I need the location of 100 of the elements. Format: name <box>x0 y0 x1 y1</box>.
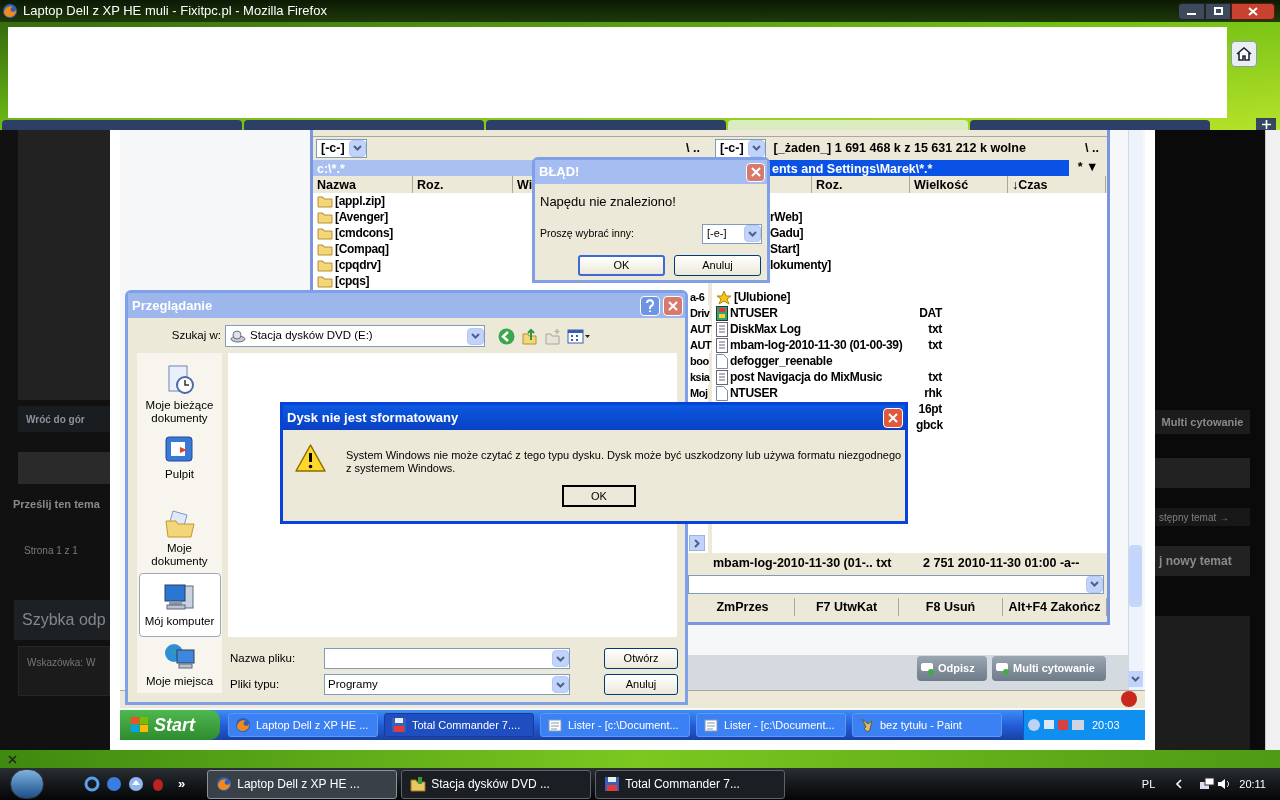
file-extension: gbck <box>916 417 942 434</box>
warning-icon <box>294 443 327 473</box>
parent-directory-button[interactable]: \ .. <box>1085 138 1103 158</box>
file-type-dropdown[interactable]: Programy <box>324 674 570 695</box>
network-icon[interactable] <box>1199 777 1216 791</box>
function-key-button[interactable]: ZmPrzes <box>691 597 795 617</box>
column-header[interactable]: Roz. <box>413 176 513 193</box>
back-icon[interactable] <box>498 327 515 345</box>
bug-icon[interactable] <box>150 776 166 792</box>
column-header[interactable]: Nazwa <box>313 176 413 193</box>
new-tab-icon[interactable] <box>1256 118 1276 130</box>
file-name-field[interactable] <box>324 648 570 669</box>
place-item[interactable]: Mój komputer <box>138 573 221 637</box>
taskbar-button[interactable]: Stacja dysków DVD ... <box>401 769 592 799</box>
language-indicator[interactable]: PL <box>1141 775 1156 793</box>
globe-fox-icon <box>216 776 233 792</box>
back-to-top-link[interactable]: Wróć do gór <box>18 406 110 432</box>
reply-field[interactable]: Wskazówka: W <box>18 645 110 696</box>
file-extension: rhk <box>923 385 942 402</box>
speaker-icon[interactable] <box>1217 777 1232 791</box>
scrollbar[interactable] <box>1265 130 1280 750</box>
filter-control[interactable]: * ▼ <box>1069 158 1107 177</box>
up-folder-icon[interactable] <box>521 327 538 345</box>
scroll-right-icon[interactable] <box>689 535 705 551</box>
column-header[interactable]: ↓Czas <box>1008 176 1106 193</box>
home-icon[interactable] <box>1231 41 1257 67</box>
file-name[interactable]: defogger_reenable <box>730 352 833 370</box>
command-line-field[interactable] <box>688 574 1104 594</box>
eject-icon[interactable] <box>128 776 144 792</box>
globe-icon[interactable] <box>106 776 122 792</box>
file-icon <box>716 353 728 369</box>
file-extension: txt <box>927 369 942 386</box>
function-key-button[interactable]: F8 Usuń <box>899 597 1003 617</box>
dialog-button[interactable]: Otwórz <box>604 648 678 669</box>
help-icon[interactable] <box>640 295 660 316</box>
next-topic-link[interactable]: stępny temat → <box>1155 508 1250 526</box>
cd-drive-icon <box>230 329 246 343</box>
notepad-icon <box>716 337 728 353</box>
file-name[interactable]: NTUSER <box>730 384 778 402</box>
notepad-icon <box>716 321 728 337</box>
file-name[interactable]: mbam-log-2010-11-30 (01-00-39) <box>730 336 903 354</box>
drive-selector[interactable]: [-e-] <box>702 223 762 244</box>
file-name[interactable]: DiskMax Log <box>730 320 801 338</box>
taskbar-button[interactable]: Total Commander 7... <box>595 769 786 799</box>
file-name[interactable]: [Avenger] <box>335 208 388 226</box>
file-icon <box>716 385 728 401</box>
function-key-button[interactable]: Alt+F4 Zakończ <box>1003 597 1107 617</box>
refresh-icon[interactable] <box>84 776 100 792</box>
more-button[interactable]: » <box>178 774 186 794</box>
file-name[interactable]: [Ulubione] <box>734 288 791 306</box>
dialog-button[interactable]: Anuluj <box>604 674 678 695</box>
start-orb-icon[interactable] <box>10 769 44 799</box>
taskbar-button[interactable]: Laptop Dell z XP HE ... <box>228 713 378 737</box>
taskbar-button[interactable]: Laptop Dell z XP HE ... <box>207 769 398 799</box>
taskbar-button[interactable]: Lister - [c:\Document... <box>696 713 846 737</box>
new-topic-button[interactable]: j nowy temat <box>1155 546 1250 576</box>
close-icon[interactable] <box>1231 2 1275 20</box>
taskbar-button[interactable]: Total Commander 7.... <box>384 713 534 737</box>
error-message: Napędu nie znaleziono! <box>540 193 677 211</box>
location-dropdown[interactable]: Stacja dysków DVD (E:) <box>225 325 485 347</box>
drive-selector[interactable]: [-c-] <box>715 138 766 158</box>
folder-icon <box>317 210 333 224</box>
floppy-icon <box>604 776 621 792</box>
file-name[interactable]: [cpqs] <box>335 272 370 290</box>
place-item[interactable]: Moje bieżące dokumenty <box>138 359 221 430</box>
dialog-button[interactable]: OK <box>578 254 665 276</box>
file-name[interactable]: [cmdcons] <box>335 224 393 242</box>
drive-selector[interactable]: [-c-] <box>316 138 367 158</box>
folder-document-icon <box>163 509 196 539</box>
scrollbar-thumb[interactable] <box>1129 545 1142 607</box>
parent-directory-button[interactable]: \ .. <box>686 138 704 158</box>
drive-folder-icon <box>410 776 427 792</box>
globe-fox-icon <box>235 717 251 733</box>
restore-icon[interactable] <box>1205 2 1231 20</box>
file-name[interactable]: [cpqdrv] <box>335 256 381 274</box>
taskbar-button[interactable]: Lister - [c:\Document... <box>540 713 690 737</box>
minimize-icon[interactable] <box>1178 2 1205 20</box>
file-name[interactable]: [Compaq] <box>335 240 389 258</box>
file-name[interactable]: NTUSER <box>730 304 778 322</box>
column-header[interactable]: Wielkość <box>910 176 1008 193</box>
column-header[interactable]: Roz. <box>812 176 910 193</box>
file-extension: txt <box>927 321 942 338</box>
file-name[interactable]: [appl.zip] <box>335 192 385 210</box>
view-menu-icon[interactable] <box>567 328 591 344</box>
chevron-icon[interactable] <box>1175 779 1184 789</box>
file-name[interactable]: post Navigacja do MixMusic <box>730 368 883 386</box>
place-item[interactable]: Moje dokumenty <box>138 504 221 573</box>
taskbar-button[interactable]: bez tytułu - Paint <box>852 713 1002 737</box>
field-label: Szukaj w: <box>170 328 222 344</box>
free-space-label: [_żaden_] 1 691 468 k z 15 631 212 k wolne <box>773 139 1026 157</box>
multi-quote-button[interactable]: Multi cytowanie <box>1155 410 1250 434</box>
scroll-down-icon[interactable] <box>1128 671 1143 687</box>
ok-button[interactable]: OK <box>562 485 636 507</box>
windows-logo <box>130 716 150 734</box>
dialog-button[interactable]: Anuluj <box>674 254 761 276</box>
warning-message: System Windows nie może czytać z tego typu dysku. Dysk może być uszkodzony lub używa formatu niezgodnego z systemem Windows. <box>346 449 902 475</box>
function-key-button[interactable]: F7 UtwKat <box>795 597 899 617</box>
place-item[interactable]: Pulpit <box>138 430 221 486</box>
place-item[interactable]: Moje miejsca <box>138 637 221 693</box>
notepad-icon <box>716 369 728 385</box>
